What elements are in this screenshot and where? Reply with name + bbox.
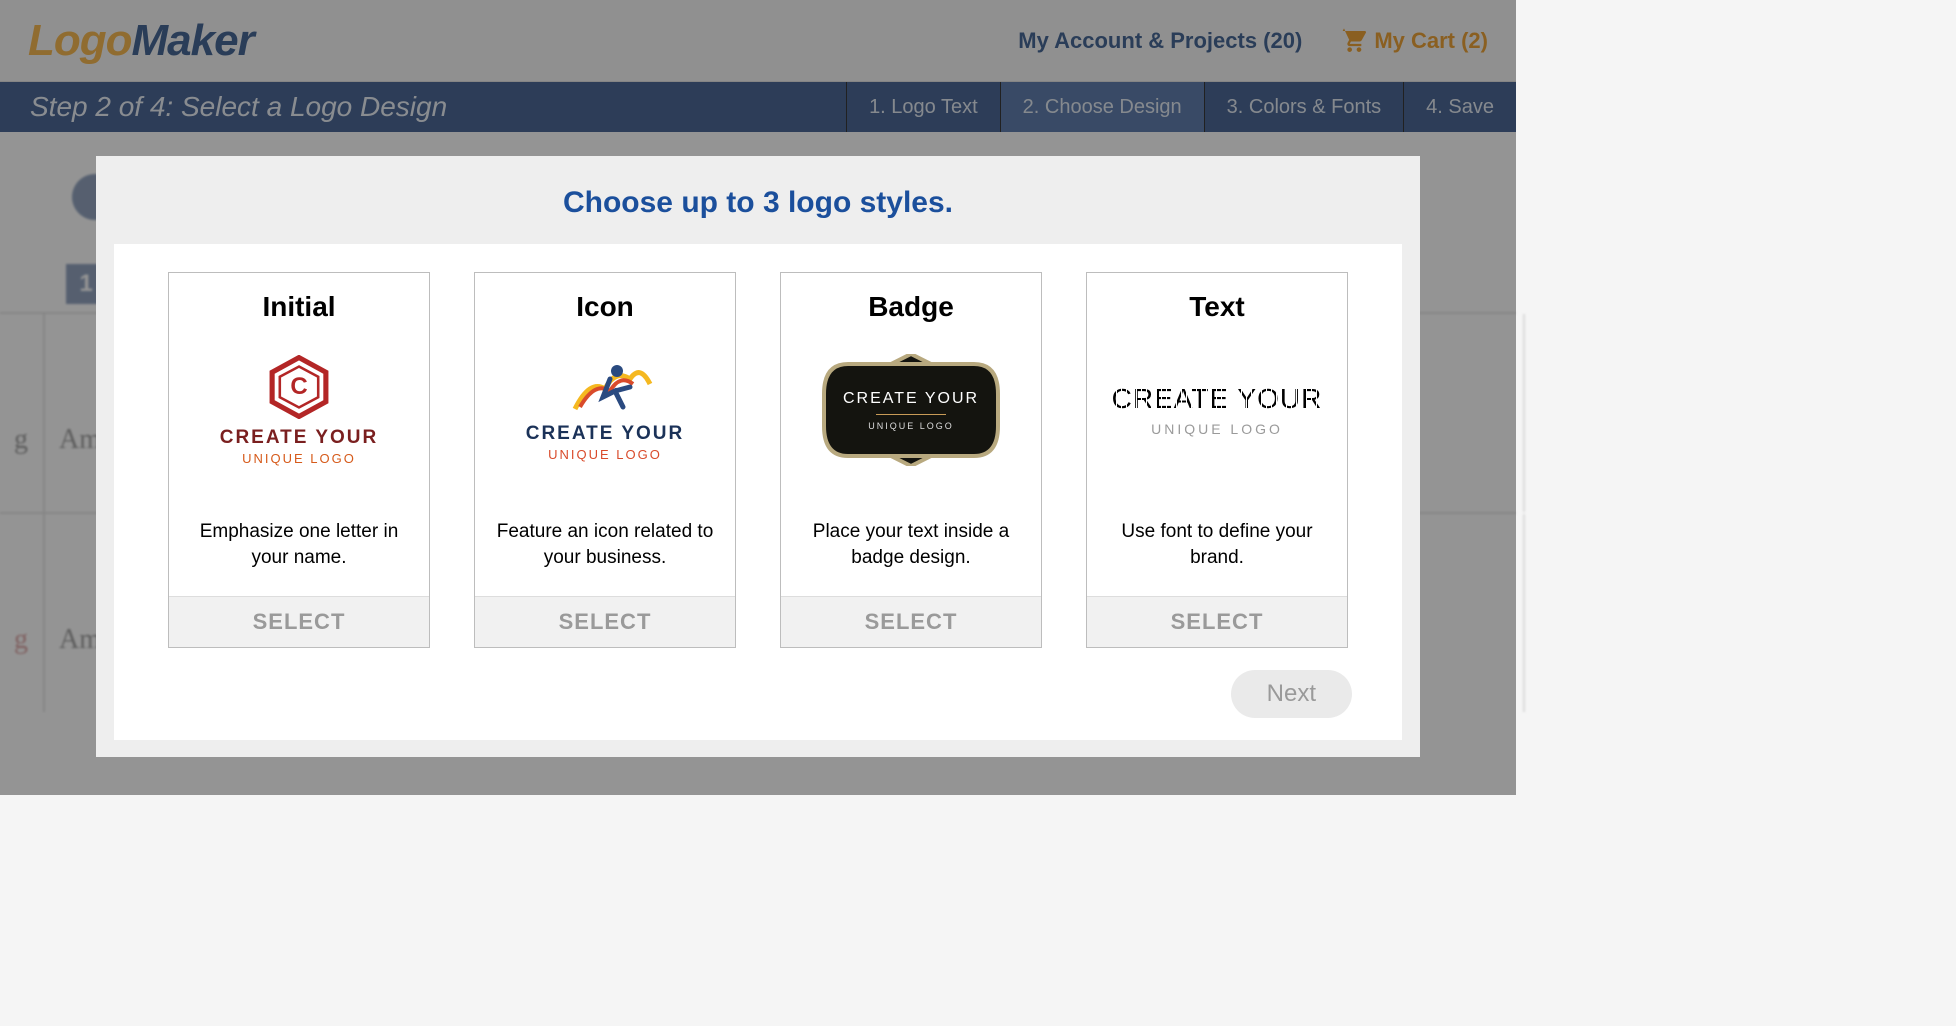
badge-divider bbox=[876, 414, 946, 415]
card-title: Icon bbox=[475, 273, 735, 331]
hexagon-icon: C bbox=[267, 355, 331, 419]
card-desc: Place your text inside a badge design. bbox=[781, 489, 1041, 596]
preview-sub-text: UNIQUE LOGO bbox=[242, 451, 356, 466]
card-title: Text bbox=[1087, 273, 1347, 331]
card-list: Initial C CREATE YOUR UNIQUE LOGO Emphas… bbox=[164, 272, 1352, 648]
preview-sub-text: UNIQUE LOGO bbox=[1151, 421, 1283, 437]
select-button[interactable]: SELECT bbox=[169, 596, 429, 647]
card-title: Initial bbox=[169, 273, 429, 331]
badge-icon: CREATE YOUR UNIQUE LOGO bbox=[818, 354, 1004, 466]
style-card-badge[interactable]: Badge CREATE YOUR UNIQUE LOGO bbox=[780, 272, 1042, 648]
card-preview-initial: C CREATE YOUR UNIQUE LOGO bbox=[169, 331, 429, 489]
card-preview-icon: CREATE YOUR UNIQUE LOGO bbox=[475, 331, 735, 489]
card-desc: Use font to define your brand. bbox=[1087, 489, 1347, 596]
modal-overlay: Choose up to 3 logo styles. Initial C CR… bbox=[0, 0, 1516, 795]
hex-letter: C bbox=[267, 355, 331, 419]
select-button[interactable]: SELECT bbox=[781, 596, 1041, 647]
card-preview-text: CREATE YOUR UNIQUE LOGO bbox=[1087, 331, 1347, 489]
card-desc: Feature an icon related to your business… bbox=[475, 489, 735, 596]
modal-title: Choose up to 3 logo styles. bbox=[96, 156, 1420, 244]
preview-main-text: CREATE YOUR bbox=[220, 427, 379, 449]
style-card-icon[interactable]: Icon CREATE YOUR UNIQUE LOGO bbox=[474, 272, 736, 648]
preview-main-text: CREATE YOUR bbox=[526, 423, 685, 445]
preview-main-text: CREATE YOUR bbox=[1112, 383, 1323, 415]
runner-icon bbox=[555, 359, 655, 417]
next-button[interactable]: Next bbox=[1231, 670, 1352, 718]
card-area: Initial C CREATE YOUR UNIQUE LOGO Emphas… bbox=[114, 244, 1402, 740]
select-button[interactable]: SELECT bbox=[475, 596, 735, 647]
select-button[interactable]: SELECT bbox=[1087, 596, 1347, 647]
card-preview-badge: CREATE YOUR UNIQUE LOGO bbox=[781, 331, 1041, 489]
style-modal: Choose up to 3 logo styles. Initial C CR… bbox=[96, 156, 1420, 757]
card-title: Badge bbox=[781, 273, 1041, 331]
card-desc: Emphasize one letter in your name. bbox=[169, 489, 429, 596]
preview-main-text: CREATE YOUR bbox=[843, 390, 979, 408]
preview-sub-text: UNIQUE LOGO bbox=[548, 447, 662, 462]
preview-sub-text: UNIQUE LOGO bbox=[868, 421, 954, 431]
style-card-text[interactable]: Text CREATE YOUR UNIQUE LOGO Use font to… bbox=[1086, 272, 1348, 648]
style-card-initial[interactable]: Initial C CREATE YOUR UNIQUE LOGO Emphas… bbox=[168, 272, 430, 648]
